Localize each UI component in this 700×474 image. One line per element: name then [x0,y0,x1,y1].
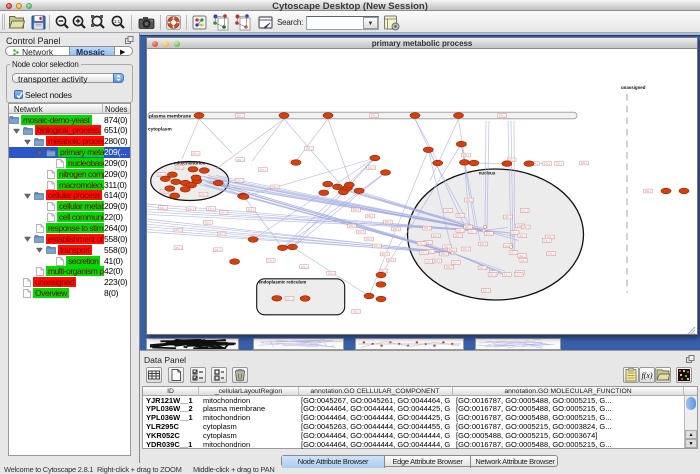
svg-text:(Ox..): (Ox..) [214,248,221,252]
svg-text:(Ox..): (Ox..) [393,227,400,231]
svg-text:(Ox..): (Ox..) [521,209,528,213]
svg-text:(Ox..): (Ox..) [645,189,652,193]
svg-text:(Ox..): (Ox..) [544,162,551,166]
svg-text:unassigned: unassigned [621,85,646,90]
svg-text:(Ox..): (Ox..) [301,265,308,269]
svg-text:nucleus: nucleus [479,171,496,176]
svg-text:(Ox..): (Ox..) [543,238,550,242]
svg-text:(Ox..): (Ox..) [504,273,511,277]
svg-text:(Ox..): (Ox..) [483,289,490,293]
svg-text:(Ox..): (Ox..) [433,234,440,238]
svg-text:(Ox..): (Ox..) [505,215,512,219]
svg-text:1:1: 1:1 [114,18,121,23]
svg-text:(Ox..): (Ox..) [175,246,182,250]
svg-text:(Ox..): (Ox..) [382,252,389,256]
svg-text:(Ox..): (Ox..) [556,162,563,166]
svg-text:(Ox..): (Ox..) [479,266,486,270]
svg-text:(Ox..): (Ox..) [434,259,441,263]
svg-text:(Ox..): (Ox..) [160,206,167,210]
svg-text:(Ox..): (Ox..) [426,259,433,263]
svg-text:(Ox..): (Ox..) [371,114,378,118]
svg-text:cytoplasm: cytoplasm [148,127,172,133]
svg-text:(Ox..): (Ox..) [457,228,464,232]
svg-text:(Ox..): (Ox..) [374,244,381,248]
svg-text:(Ox..): (Ox..) [353,208,360,212]
svg-text:(Ox..): (Ox..) [306,147,313,151]
svg-text:(Ox..): (Ox..) [581,161,588,165]
svg-text:(Ox..): (Ox..) [175,228,182,232]
svg-text:(Ox..): (Ox..) [236,178,243,182]
svg-text:(Ox..): (Ox..) [248,207,255,211]
svg-text:(Ox..): (Ox..) [192,152,199,156]
svg-text:(Ox..): (Ox..) [353,310,360,314]
svg-text:(Ox..): (Ox..) [188,207,195,211]
svg-text:(Ox..): (Ox..) [499,114,506,118]
svg-text:(Ox..): (Ox..) [469,230,476,234]
svg-text:(Ox..): (Ox..) [205,220,212,224]
svg-text:(Ox..): (Ox..) [358,230,365,234]
svg-text:(Ox..): (Ox..) [366,237,373,241]
svg-text:mitochondrion: mitochondrion [174,160,206,165]
svg-text:(Ox..): (Ox..) [218,232,225,236]
svg-text:f(x): f(x) [641,371,652,380]
svg-text:(Ox..): (Ox..) [441,252,448,256]
svg-text:(Ox..): (Ox..) [421,251,428,255]
svg-text:(Ox..): (Ox..) [200,192,207,196]
svg-text:(Ox..): (Ox..) [385,220,392,224]
svg-text:(Ox..): (Ox..) [368,166,375,170]
svg-text:(Ox..): (Ox..) [463,247,470,251]
svg-text:(Ox..): (Ox..) [328,271,335,275]
svg-text:(Ox..): (Ox..) [520,258,527,262]
svg-text:plasma membrane: plasma membrane [149,113,191,119]
svg-text:(Ox..): (Ox..) [480,242,487,246]
svg-text:(Ox..): (Ox..) [271,185,278,189]
svg-text:(Ox..): (Ox..) [466,198,473,202]
svg-text:(Ox..): (Ox..) [510,251,517,255]
svg-text:(Ox..): (Ox..) [286,297,293,301]
svg-text:(Ox..): (Ox..) [486,232,493,236]
svg-text:(Ox..): (Ox..) [519,254,526,258]
svg-text:(Ox..): (Ox..) [519,234,526,238]
svg-text:(Ox..): (Ox..) [367,214,374,218]
svg-text:(Ox..): (Ox..) [457,214,464,218]
svg-text:(Ox..): (Ox..) [424,226,431,230]
svg-text:(Ox..): (Ox..) [176,165,183,169]
svg-text:(Ox..): (Ox..) [455,234,462,238]
svg-text:(Ox..): (Ox..) [463,153,470,157]
svg-text:(Ox..): (Ox..) [489,273,496,277]
svg-text:(Ox..): (Ox..) [260,168,267,172]
svg-text:(Ox..): (Ox..) [445,209,452,213]
svg-text:(Ox..): (Ox..) [511,231,518,235]
svg-text:(Ox..): (Ox..) [548,252,555,256]
svg-text:(Ox..): (Ox..) [465,225,472,229]
svg-text:(Ox..): (Ox..) [388,258,395,262]
svg-text:(Ox..): (Ox..) [237,114,244,118]
svg-text:(Ox..): (Ox..) [522,225,529,229]
svg-text:(Ox..): (Ox..) [515,273,522,277]
svg-text:(Ox..): (Ox..) [220,211,227,215]
svg-text:(Ox..): (Ox..) [267,259,274,263]
svg-text:(Ox..): (Ox..) [418,242,425,246]
svg-text:(Ox..): (Ox..) [446,265,453,269]
svg-text:endoplasmic reticulum: endoplasmic reticulum [259,279,307,284]
svg-text:(Ox..): (Ox..) [349,224,356,228]
svg-text:(Ox..): (Ox..) [453,261,460,265]
svg-text:(Ox..): (Ox..) [208,207,215,211]
svg-text:(Ox..): (Ox..) [237,158,244,162]
